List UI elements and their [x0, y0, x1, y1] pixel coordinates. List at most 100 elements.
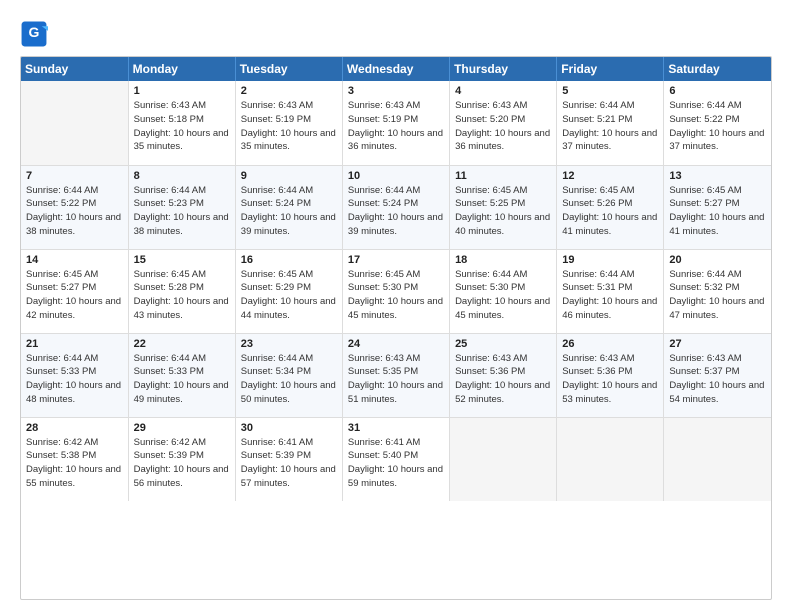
day-cell: 30 Sunrise: 6:41 AMSunset: 5:39 PMDaylig… — [235, 417, 342, 501]
day-detail: Sunrise: 6:44 AMSunset: 5:24 PMDaylight:… — [241, 184, 337, 239]
day-detail: Sunrise: 6:44 AMSunset: 5:33 PMDaylight:… — [134, 352, 230, 407]
day-cell: 19 Sunrise: 6:44 AMSunset: 5:31 PMDaylig… — [557, 249, 664, 333]
day-header-sunday: Sunday — [21, 57, 128, 81]
day-number: 7 — [26, 170, 123, 182]
day-number: 30 — [241, 422, 337, 434]
day-number: 21 — [26, 338, 123, 350]
day-header-saturday: Saturday — [664, 57, 771, 81]
day-detail: Sunrise: 6:44 AMSunset: 5:33 PMDaylight:… — [26, 352, 123, 407]
day-detail: Sunrise: 6:44 AMSunset: 5:24 PMDaylight:… — [348, 184, 444, 239]
day-number: 24 — [348, 338, 444, 350]
day-cell: 10 Sunrise: 6:44 AMSunset: 5:24 PMDaylig… — [342, 165, 449, 249]
day-cell: 20 Sunrise: 6:44 AMSunset: 5:32 PMDaylig… — [664, 249, 771, 333]
day-cell: 5 Sunrise: 6:44 AMSunset: 5:21 PMDayligh… — [557, 81, 664, 165]
day-header-wednesday: Wednesday — [342, 57, 449, 81]
day-cell — [21, 81, 128, 165]
day-detail: Sunrise: 6:45 AMSunset: 5:27 PMDaylight:… — [26, 268, 123, 323]
day-cell: 23 Sunrise: 6:44 AMSunset: 5:34 PMDaylig… — [235, 333, 342, 417]
day-cell: 11 Sunrise: 6:45 AMSunset: 5:25 PMDaylig… — [450, 165, 557, 249]
day-number: 18 — [455, 254, 551, 266]
day-header-friday: Friday — [557, 57, 664, 81]
day-detail: Sunrise: 6:44 AMSunset: 5:21 PMDaylight:… — [562, 99, 658, 154]
logo: G — [20, 20, 52, 48]
day-cell: 29 Sunrise: 6:42 AMSunset: 5:39 PMDaylig… — [128, 417, 235, 501]
day-detail: Sunrise: 6:41 AMSunset: 5:39 PMDaylight:… — [241, 436, 337, 491]
logo-icon: G — [20, 20, 48, 48]
day-detail: Sunrise: 6:43 AMSunset: 5:19 PMDaylight:… — [241, 99, 337, 154]
day-cell: 28 Sunrise: 6:42 AMSunset: 5:38 PMDaylig… — [21, 417, 128, 501]
day-cell: 2 Sunrise: 6:43 AMSunset: 5:19 PMDayligh… — [235, 81, 342, 165]
day-cell: 27 Sunrise: 6:43 AMSunset: 5:37 PMDaylig… — [664, 333, 771, 417]
week-row-5: 28 Sunrise: 6:42 AMSunset: 5:38 PMDaylig… — [21, 417, 771, 501]
week-row-4: 21 Sunrise: 6:44 AMSunset: 5:33 PMDaylig… — [21, 333, 771, 417]
day-number: 3 — [348, 85, 444, 97]
day-detail: Sunrise: 6:44 AMSunset: 5:23 PMDaylight:… — [134, 184, 230, 239]
day-header-tuesday: Tuesday — [235, 57, 342, 81]
day-header-monday: Monday — [128, 57, 235, 81]
day-number: 19 — [562, 254, 658, 266]
day-detail: Sunrise: 6:44 AMSunset: 5:22 PMDaylight:… — [26, 184, 123, 239]
day-detail: Sunrise: 6:45 AMSunset: 5:29 PMDaylight:… — [241, 268, 337, 323]
day-detail: Sunrise: 6:43 AMSunset: 5:37 PMDaylight:… — [669, 352, 766, 407]
day-number: 31 — [348, 422, 444, 434]
day-number: 10 — [348, 170, 444, 182]
calendar-table: SundayMondayTuesdayWednesdayThursdayFrid… — [21, 57, 771, 501]
day-cell: 22 Sunrise: 6:44 AMSunset: 5:33 PMDaylig… — [128, 333, 235, 417]
day-cell: 12 Sunrise: 6:45 AMSunset: 5:26 PMDaylig… — [557, 165, 664, 249]
day-detail: Sunrise: 6:44 AMSunset: 5:34 PMDaylight:… — [241, 352, 337, 407]
header: G — [20, 16, 772, 48]
day-detail: Sunrise: 6:44 AMSunset: 5:30 PMDaylight:… — [455, 268, 551, 323]
day-cell: 18 Sunrise: 6:44 AMSunset: 5:30 PMDaylig… — [450, 249, 557, 333]
day-detail: Sunrise: 6:45 AMSunset: 5:30 PMDaylight:… — [348, 268, 444, 323]
day-number: 17 — [348, 254, 444, 266]
day-cell: 26 Sunrise: 6:43 AMSunset: 5:36 PMDaylig… — [557, 333, 664, 417]
day-cell: 4 Sunrise: 6:43 AMSunset: 5:20 PMDayligh… — [450, 81, 557, 165]
day-number: 29 — [134, 422, 230, 434]
day-cell: 9 Sunrise: 6:44 AMSunset: 5:24 PMDayligh… — [235, 165, 342, 249]
day-number: 12 — [562, 170, 658, 182]
day-number: 27 — [669, 338, 766, 350]
week-row-1: 1 Sunrise: 6:43 AMSunset: 5:18 PMDayligh… — [21, 81, 771, 165]
day-cell: 24 Sunrise: 6:43 AMSunset: 5:35 PMDaylig… — [342, 333, 449, 417]
day-detail: Sunrise: 6:43 AMSunset: 5:35 PMDaylight:… — [348, 352, 444, 407]
day-detail: Sunrise: 6:44 AMSunset: 5:22 PMDaylight:… — [669, 99, 766, 154]
day-number: 8 — [134, 170, 230, 182]
day-number: 13 — [669, 170, 766, 182]
week-row-3: 14 Sunrise: 6:45 AMSunset: 5:27 PMDaylig… — [21, 249, 771, 333]
day-number: 2 — [241, 85, 337, 97]
day-detail: Sunrise: 6:43 AMSunset: 5:19 PMDaylight:… — [348, 99, 444, 154]
day-number: 6 — [669, 85, 766, 97]
day-cell — [450, 417, 557, 501]
day-cell: 6 Sunrise: 6:44 AMSunset: 5:22 PMDayligh… — [664, 81, 771, 165]
day-number: 22 — [134, 338, 230, 350]
day-cell: 15 Sunrise: 6:45 AMSunset: 5:28 PMDaylig… — [128, 249, 235, 333]
day-cell — [557, 417, 664, 501]
day-detail: Sunrise: 6:42 AMSunset: 5:39 PMDaylight:… — [134, 436, 230, 491]
day-cell: 13 Sunrise: 6:45 AMSunset: 5:27 PMDaylig… — [664, 165, 771, 249]
day-detail: Sunrise: 6:45 AMSunset: 5:27 PMDaylight:… — [669, 184, 766, 239]
day-number: 15 — [134, 254, 230, 266]
svg-text:G: G — [29, 24, 40, 40]
day-cell: 16 Sunrise: 6:45 AMSunset: 5:29 PMDaylig… — [235, 249, 342, 333]
day-detail: Sunrise: 6:44 AMSunset: 5:32 PMDaylight:… — [669, 268, 766, 323]
day-cell: 7 Sunrise: 6:44 AMSunset: 5:22 PMDayligh… — [21, 165, 128, 249]
day-cell: 21 Sunrise: 6:44 AMSunset: 5:33 PMDaylig… — [21, 333, 128, 417]
day-detail: Sunrise: 6:41 AMSunset: 5:40 PMDaylight:… — [348, 436, 444, 491]
day-cell — [664, 417, 771, 501]
day-detail: Sunrise: 6:43 AMSunset: 5:36 PMDaylight:… — [455, 352, 551, 407]
day-detail: Sunrise: 6:45 AMSunset: 5:28 PMDaylight:… — [134, 268, 230, 323]
day-cell: 31 Sunrise: 6:41 AMSunset: 5:40 PMDaylig… — [342, 417, 449, 501]
day-number: 16 — [241, 254, 337, 266]
day-detail: Sunrise: 6:43 AMSunset: 5:36 PMDaylight:… — [562, 352, 658, 407]
week-row-2: 7 Sunrise: 6:44 AMSunset: 5:22 PMDayligh… — [21, 165, 771, 249]
day-detail: Sunrise: 6:44 AMSunset: 5:31 PMDaylight:… — [562, 268, 658, 323]
day-number: 14 — [26, 254, 123, 266]
day-number: 28 — [26, 422, 123, 434]
day-cell: 8 Sunrise: 6:44 AMSunset: 5:23 PMDayligh… — [128, 165, 235, 249]
day-number: 20 — [669, 254, 766, 266]
day-detail: Sunrise: 6:43 AMSunset: 5:20 PMDaylight:… — [455, 99, 551, 154]
day-detail: Sunrise: 6:45 AMSunset: 5:26 PMDaylight:… — [562, 184, 658, 239]
day-number: 23 — [241, 338, 337, 350]
day-detail: Sunrise: 6:43 AMSunset: 5:18 PMDaylight:… — [134, 99, 230, 154]
day-cell: 3 Sunrise: 6:43 AMSunset: 5:19 PMDayligh… — [342, 81, 449, 165]
